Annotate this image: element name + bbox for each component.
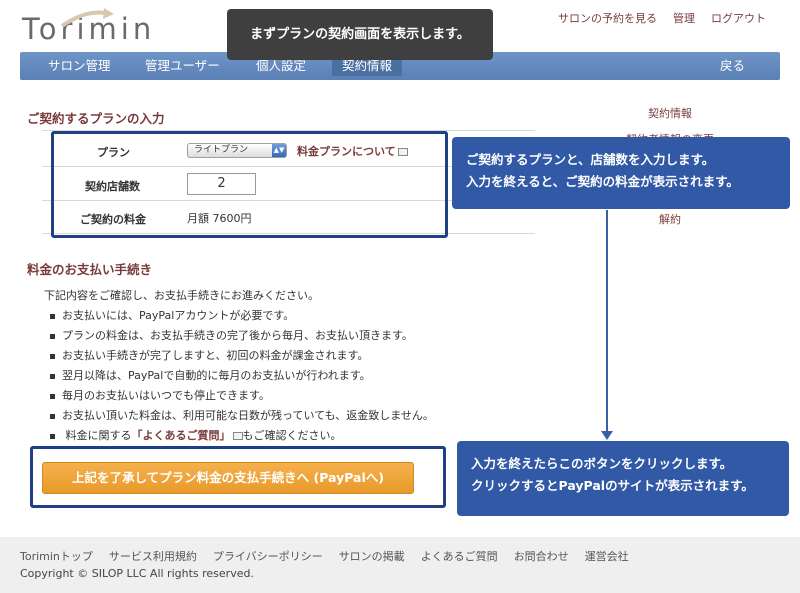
payment-section-heading: 料金のお支払い手続き xyxy=(27,262,153,277)
faq-link[interactable]: 「よくあるご質問」 xyxy=(132,429,231,442)
footer-link-top[interactable]: Toriminトップ xyxy=(20,548,93,564)
faq-suffix: もご確認ください。 xyxy=(242,429,342,442)
callout-plan-input: ご契約するプランと、店舗数を入力します。 入力を終えると、ご契約の料金が表示され… xyxy=(452,137,790,209)
highlight-frame-plan xyxy=(51,131,448,238)
footer-link-privacy[interactable]: プライバシーポリシー xyxy=(213,548,323,564)
nav-back[interactable]: 戻る xyxy=(720,52,745,80)
top-links: サロンの予約を見る 管理 ログアウト xyxy=(558,10,766,26)
footer-links: Toriminトップ サービス利用規約 プライバシーポリシー サロンの掲載 よく… xyxy=(20,548,629,564)
tooltip-step-1: まずプランの契約画面を表示します。 xyxy=(227,9,493,60)
footer-link-salon-listing[interactable]: サロンの掲載 xyxy=(339,548,405,564)
footer-link-faq[interactable]: よくあるご質問 xyxy=(421,548,498,564)
list-item: プランの料金は、お支払手続きの完了後から毎月、お支払い頂きます。 xyxy=(50,327,413,343)
nav-salon-management[interactable]: サロン管理 xyxy=(48,52,111,80)
footer-link-terms[interactable]: サービス利用規約 xyxy=(109,548,197,564)
nav-admin-users[interactable]: 管理ユーザー xyxy=(145,52,220,80)
footer: Toriminトップ サービス利用規約 プライバシーポリシー サロンの掲載 よく… xyxy=(0,537,800,593)
list-item: 翌月以降は、PayPalで自動的に毎月のお支払いが行われます。 xyxy=(50,367,371,383)
callout-button-click: 入力を終えたらこのボタンをクリックします。 クリックするとPayPalのサイトが… xyxy=(457,441,789,516)
side-cancel[interactable]: 解約 xyxy=(600,211,740,227)
arrow-connector xyxy=(606,210,608,435)
callout-1-line1: ご契約するプランと、店舗数を入力します。 xyxy=(466,152,715,167)
list-item-faq: 料金に関する「よくあるご質問」 もご確認ください。 xyxy=(50,427,342,443)
link-view-reservations[interactable]: サロンの予約を見る xyxy=(558,10,657,26)
link-admin[interactable]: 管理 xyxy=(673,10,695,26)
footer-link-company[interactable]: 運営会社 xyxy=(585,548,629,564)
callout-2-line2: クリックするとPayPalのサイトが表示されます。 xyxy=(471,478,754,493)
highlight-frame-button xyxy=(30,446,446,508)
list-item: お支払いには、PayPalアカウントが必要です。 xyxy=(50,307,294,323)
payment-intro: 下記内容をご確認し、お支払手続きにお進みください。 xyxy=(44,289,319,302)
copyright: Copyright © SILOP LLC All rights reserve… xyxy=(20,567,254,580)
list-item: 毎月のお支払いはいつでも停止できます。 xyxy=(50,387,270,403)
footer-link-contact[interactable]: お問合わせ xyxy=(514,548,569,564)
callout-2-line1: 入力を終えたらこのボタンをクリックします。 xyxy=(471,456,733,471)
arrow-down-icon xyxy=(601,431,613,440)
faq-prefix: 料金に関する xyxy=(65,429,132,442)
link-logout[interactable]: ログアウト xyxy=(711,10,766,26)
plan-section-heading: ご契約するプランの入力 xyxy=(27,111,165,126)
list-item: お支払い手続きが完了しますと、初回の料金が課金されます。 xyxy=(50,347,368,363)
logo-swoosh-icon xyxy=(60,8,114,28)
callout-1-line2: 入力を終えると、ご契約の料金が表示されます。 xyxy=(466,174,739,189)
external-window-icon xyxy=(232,432,243,440)
list-item: お支払い頂いた料金は、利用可能な日数が残っていても、返金致しません。 xyxy=(50,407,434,423)
side-contract-info[interactable]: 契約情報 xyxy=(600,105,740,121)
